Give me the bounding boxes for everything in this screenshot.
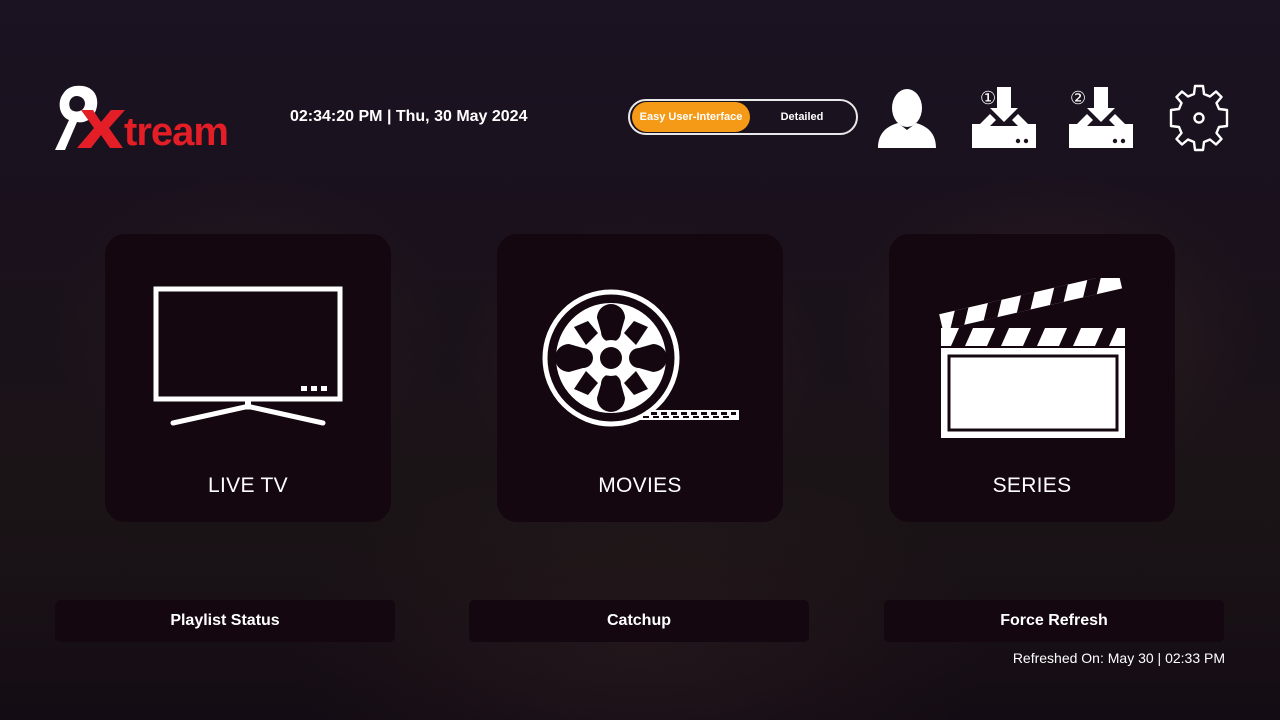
download-badge-2: ② bbox=[1070, 88, 1086, 109]
catchup-button[interactable]: Catchup bbox=[469, 600, 809, 642]
settings-icon[interactable] bbox=[1164, 83, 1234, 153]
download-badge-1: ① bbox=[980, 88, 996, 109]
tile-label-movies: MOVIES bbox=[598, 474, 682, 497]
force-refresh-button[interactable]: Force Refresh bbox=[884, 600, 1224, 642]
profile-icon[interactable] bbox=[876, 86, 938, 150]
tile-label-live-tv: LIVE TV bbox=[208, 474, 288, 497]
svg-text:tream: tream bbox=[124, 110, 228, 154]
mode-easy-user-interface[interactable]: Easy User-Interface bbox=[632, 102, 750, 132]
film-reel-icon bbox=[542, 289, 739, 427]
ui-mode-toggle[interactable]: Easy User-Interface Detailed bbox=[628, 99, 858, 135]
download-1-button[interactable]: ① bbox=[970, 84, 1040, 152]
tile-series[interactable]: SERIES bbox=[889, 234, 1175, 522]
download-2-button[interactable]: ② bbox=[1067, 84, 1137, 152]
logo-mark: tream bbox=[55, 85, 229, 154]
refreshed-timestamp: Refreshed On: May 30 | 02:33 PM bbox=[1012, 650, 1225, 666]
tile-movies[interactable]: MOVIES bbox=[497, 234, 783, 522]
playlist-status-button[interactable]: Playlist Status bbox=[55, 600, 395, 642]
mode-detailed[interactable]: Detailed bbox=[750, 102, 854, 132]
tile-live-tv[interactable]: LIVE TV bbox=[105, 234, 391, 522]
tv-icon bbox=[153, 286, 343, 426]
clapperboard-icon bbox=[939, 278, 1125, 438]
app-logo: tream bbox=[55, 82, 280, 154]
tile-label-series: SERIES bbox=[992, 474, 1072, 497]
clock-datetime: 02:34:20 PM | Thu, 30 May 2024 bbox=[290, 108, 528, 125]
